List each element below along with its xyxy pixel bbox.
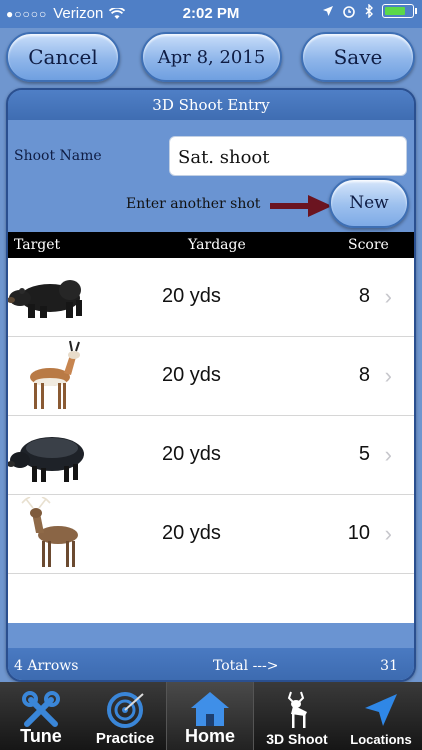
tab-home[interactable]: Home: [166, 682, 254, 750]
shot-yardage: 20 yds: [162, 522, 221, 544]
boar-target-icon: [8, 437, 84, 482]
table-row[interactable]: 20 yds 10 ›: [8, 495, 414, 574]
enter-another-shot-label: Enter another shot: [126, 196, 261, 212]
right-arrow-icon: [270, 195, 332, 217]
chevron-right-icon: ›: [384, 442, 392, 467]
shot-score: 5: [358, 443, 370, 465]
target-icon: [107, 692, 144, 728]
tab-practice-label: Practice: [95, 730, 155, 747]
shoot-entry-form: Shoot Name Sat. shoot Enter another shot…: [8, 120, 414, 232]
yardage-column-header: Yardage: [188, 237, 246, 253]
tab-3d-shoot-label: 3D Shoot: [266, 731, 328, 747]
location-arrow-icon: [365, 694, 397, 726]
shoot-name-input[interactable]: Sat. shoot: [169, 136, 407, 176]
shot-score: 10: [347, 522, 370, 544]
location-services-icon: [323, 6, 333, 16]
tab-practice[interactable]: Practice: [84, 682, 166, 750]
shot-yardage: 20 yds: [162, 285, 221, 307]
tab-locations[interactable]: Locations: [340, 682, 422, 750]
totals-bar: 4 Arrows Total ---> 31: [8, 648, 414, 680]
tab-home-label: Home: [184, 726, 235, 746]
table-row[interactable]: 20 yds 5 ›: [8, 416, 414, 495]
battery-icon: [382, 4, 417, 18]
tab-tune[interactable]: Tune: [0, 682, 82, 750]
cancel-button[interactable]: Cancel: [6, 32, 120, 82]
tools-icon: [22, 691, 60, 727]
deer-icon: [287, 691, 307, 728]
table-row[interactable]: 20 yds 8 ›: [8, 258, 414, 337]
status-bar: ●○○○○ Verizon 2:02 PM: [0, 0, 422, 28]
panel-footer: 4 Arrows Total ---> 31: [8, 623, 414, 680]
shot-score: 8: [358, 285, 370, 307]
total-score: 31: [380, 658, 398, 674]
alarm-icon: [343, 6, 355, 18]
bluetooth-icon: [365, 4, 373, 18]
shot-score: 8: [358, 364, 370, 386]
antelope-target-icon: [30, 340, 80, 409]
tab-bar: Tune Practice Home 3D Shoot Locations: [0, 682, 422, 750]
new-shot-button[interactable]: New: [329, 178, 409, 228]
column-header: Target Yardage Score: [8, 232, 414, 258]
target-column-header: Target: [14, 237, 61, 253]
tab-locations-label: Locations: [350, 732, 412, 747]
shot-list: 20 yds 8 › 20 yds 8 › 20 yds 5 › 20 yds …: [8, 258, 414, 623]
date-button[interactable]: Apr 8, 2015: [141, 32, 282, 82]
bear-target-icon: [8, 280, 82, 318]
tab-3d-shoot[interactable]: 3D Shoot: [256, 682, 338, 750]
shot-yardage: 20 yds: [162, 443, 221, 465]
shoot-name-label: Shoot Name: [14, 148, 102, 164]
total-label: Total --->: [213, 658, 279, 674]
chevron-right-icon: ›: [384, 363, 392, 388]
chevron-right-icon: ›: [384, 284, 392, 309]
score-column-header: Score: [348, 237, 389, 253]
home-icon: [191, 692, 229, 726]
table-row[interactable]: 20 yds 8 ›: [8, 337, 414, 416]
panel-title: 3D Shoot Entry: [8, 90, 414, 120]
shot-yardage: 20 yds: [162, 364, 221, 386]
save-button[interactable]: Save: [301, 32, 415, 82]
deer-target-icon: [21, 497, 78, 567]
arrow-count: 4 Arrows: [14, 658, 79, 674]
shoot-entry-panel: 3D Shoot Entry Shoot Name Sat. shoot Ent…: [6, 88, 416, 682]
chevron-right-icon: ›: [384, 521, 392, 546]
